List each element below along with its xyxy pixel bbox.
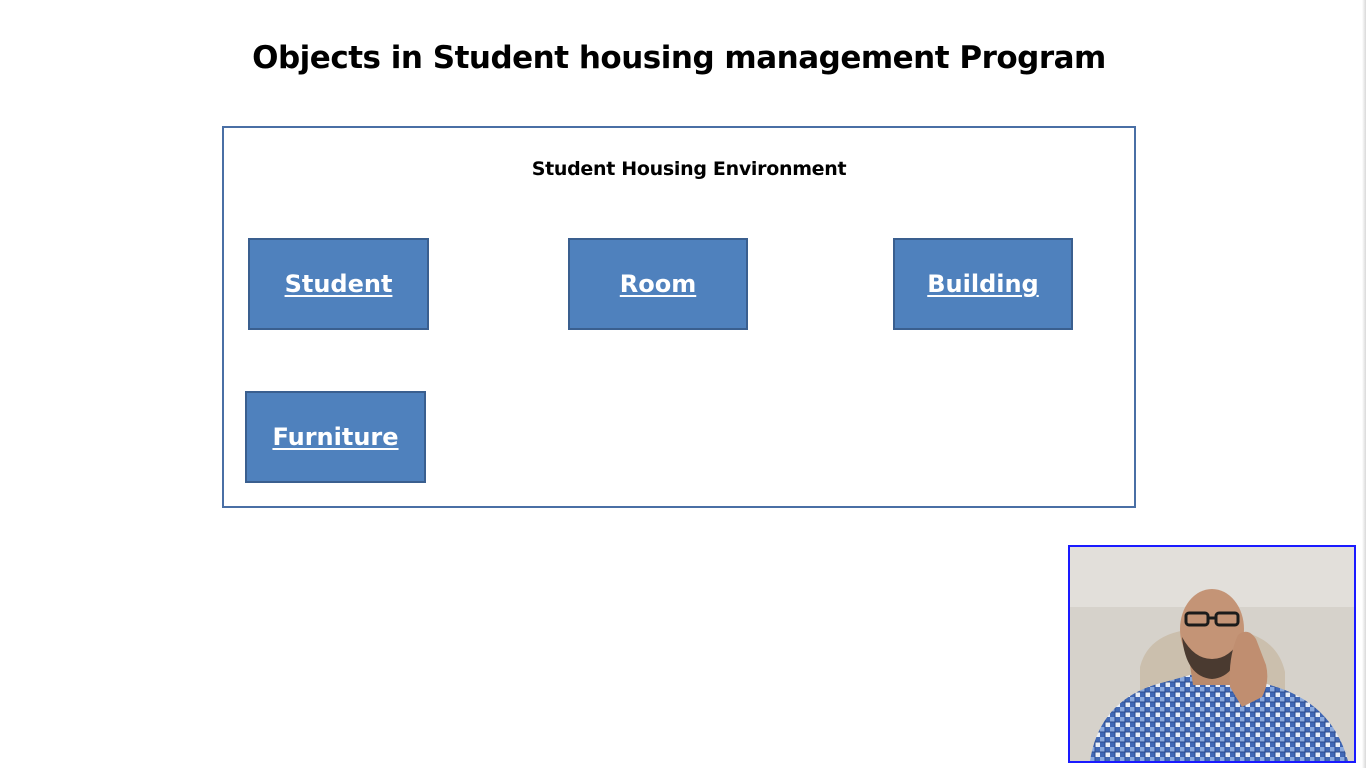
slide: Objects in Student housing management Pr… [0, 0, 1366, 768]
presenter-webcam-icon [1070, 547, 1354, 761]
object-furniture-label: Furniture [272, 423, 399, 451]
object-room: Room [568, 238, 748, 330]
slide-title: Objects in Student housing management Pr… [252, 40, 1106, 76]
object-furniture: Furniture [245, 391, 426, 483]
object-student-label: Student [284, 270, 393, 298]
object-room-label: Room [619, 270, 697, 298]
object-building: Building [893, 238, 1073, 330]
object-building-label: Building [927, 270, 1039, 298]
object-student: Student [248, 238, 429, 330]
slide-edge [1362, 0, 1366, 768]
presenter-webcam [1068, 545, 1356, 763]
environment-label: Student Housing Environment [531, 158, 847, 180]
